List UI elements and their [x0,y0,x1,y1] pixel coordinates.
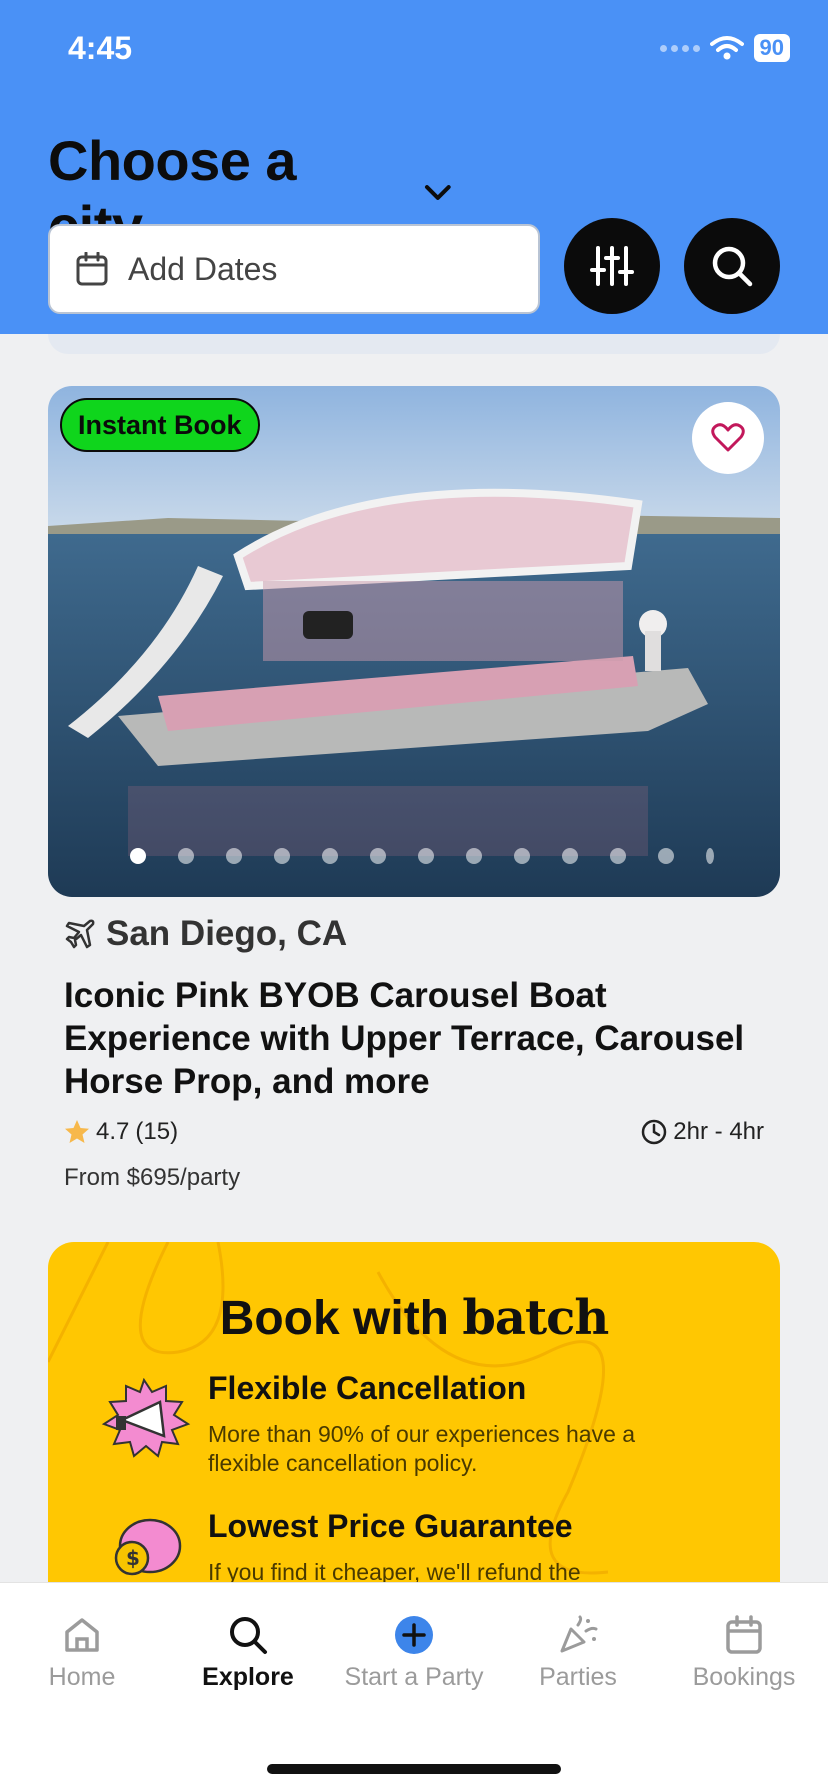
battery-indicator: 90 [753,34,790,62]
tab-explore[interactable]: Explore [168,1615,328,1692]
heart-icon [711,423,745,452]
bottom-tab-bar: Home Explore Start a Party Parties Booki… [0,1582,828,1792]
chevron-down-icon [425,185,452,200]
carousel-dot[interactable] [562,848,578,864]
clock-icon [642,1119,667,1145]
tab-home[interactable]: Home [2,1615,162,1692]
carousel-dot[interactable] [226,848,242,864]
feature-title: Flexible Cancellation [208,1370,527,1406]
carousel-dot[interactable] [130,848,146,864]
tab-bookings[interactable]: Bookings [664,1615,824,1692]
search-button[interactable] [684,218,780,314]
star-icon [65,1120,89,1143]
feature-title: Lowest Price Guarantee [208,1508,573,1544]
calendar-icon [726,1615,762,1654]
review-count: (15) [135,1118,179,1145]
header: 4:45 90 Choose a city Add Dates [0,0,828,334]
previous-card-edge [48,334,780,354]
carousel-dot[interactable] [370,848,386,864]
rating-value: 4.7 [96,1118,130,1145]
listing-photo [48,386,780,897]
cellular-signal-icon [659,44,700,52]
promo-title: Book with batch [48,1290,780,1346]
tab-label: Explore [202,1663,294,1691]
listing-location: San Diego, CA [64,914,347,954]
favorite-button[interactable] [692,402,764,474]
feature-description: If you find it cheaper, we'll refund the [208,1559,581,1582]
listing-duration: 2hr - 4hr [641,1118,764,1146]
wifi-icon [709,36,744,60]
status-time: 4:45 [68,30,133,66]
add-dates-field[interactable]: Add Dates [48,224,540,314]
batch-logo: batch [462,1290,609,1346]
filter-button[interactable] [564,218,660,314]
carousel-dot[interactable] [706,848,714,864]
add-dates-placeholder: Add Dates [128,250,278,287]
piggy-bank-icon: $ [94,1506,194,1582]
calendar-icon [76,252,108,286]
listing-price: From $695/party [64,1164,241,1191]
search-icon [230,1617,267,1654]
listing-photo-carousel[interactable]: Instant Book [48,386,780,897]
megaphone-icon [94,1377,194,1463]
duration-text: 2hr - 4hr [673,1118,764,1145]
carousel-dot[interactable] [178,848,194,864]
carousel-dots[interactable] [130,848,714,864]
home-indicator[interactable] [267,1764,561,1774]
tab-start-a-party[interactable]: Start a Party [334,1615,494,1692]
instant-book-badge: Instant Book [60,398,260,452]
tab-label: Bookings [692,1663,796,1691]
feature-description: More than 90% of our experiences have a … [208,1421,636,1476]
promo-title-prefix: Book with [219,1292,449,1345]
status-icons: 90 [659,34,790,62]
tab-label: Parties [539,1663,617,1691]
sliders-icon [590,246,634,286]
carousel-dot[interactable] [418,848,434,864]
search-icon [712,246,753,287]
location-text: San Diego, CA [106,914,348,953]
book-with-batch-promo: Book with batch Flexible Cancellation Mo… [48,1242,780,1582]
carousel-dot[interactable] [466,848,482,864]
carousel-dot[interactable] [658,848,674,864]
svg-text:$: $ [126,1546,140,1570]
listing-title[interactable]: Iconic Pink BYOB Carousel Boat Experienc… [64,974,764,1103]
tab-label: Home [48,1663,116,1691]
tab-label: Start a Party [344,1663,484,1691]
party-popper-icon [560,1615,598,1653]
airplane-icon [65,919,95,949]
home-icon [65,1618,99,1652]
plus-circle-icon [395,1616,433,1654]
tab-parties[interactable]: Parties [498,1615,658,1692]
carousel-dot[interactable] [322,848,338,864]
carousel-dot[interactable] [274,848,290,864]
listing-rating: 4.7 (15) [64,1118,178,1146]
carousel-dot[interactable] [514,848,530,864]
carousel-dot[interactable] [610,848,626,864]
